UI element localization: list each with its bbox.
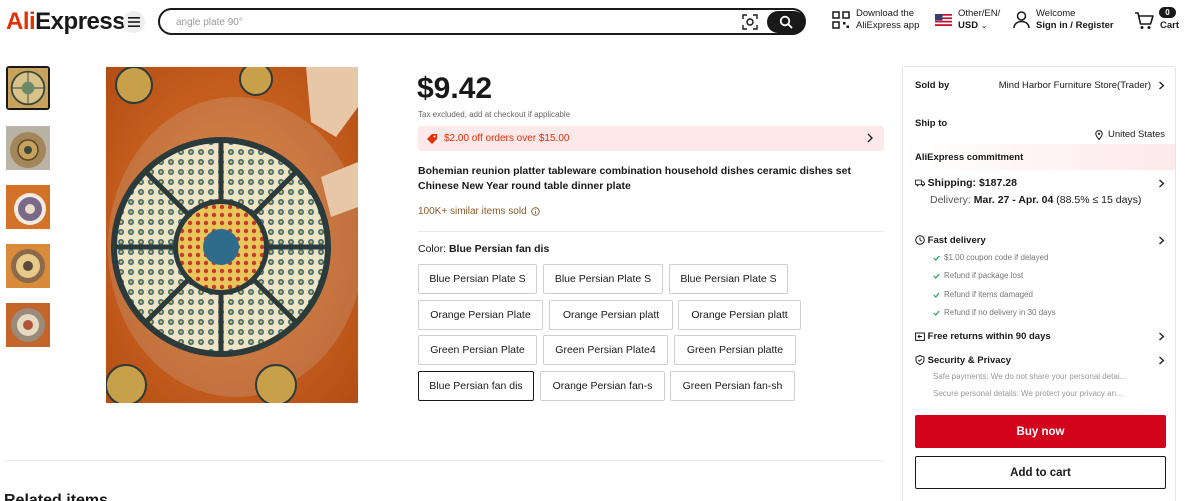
thumbnail-4[interactable] [6, 244, 50, 288]
store-name[interactable]: Mind Harbor Furniture Store(Trader) [999, 80, 1151, 91]
free-returns-row[interactable]: Free returns within 90 days [915, 331, 1165, 342]
color-option[interactable]: Green Persian platte [674, 335, 796, 365]
search-input[interactable] [176, 14, 736, 30]
color-option[interactable]: Green Persian fan-sh [670, 371, 795, 401]
related-items-heading: Related items [4, 492, 109, 501]
cart-icon [1135, 12, 1154, 29]
product-title: Bohemian reunion platter tableware combi… [418, 165, 851, 192]
fast-delivery-benefit: Refund if package lost [933, 271, 1023, 280]
check-icon [933, 292, 940, 298]
clock-icon [915, 235, 925, 246]
color-option[interactable]: Orange Persian Plate [418, 300, 543, 330]
sold-by-row[interactable]: Sold by Mind Harbor Furniture Store(Trad… [915, 80, 1165, 91]
section-divider [4, 460, 884, 461]
qr-code-icon [832, 11, 850, 29]
search-button[interactable] [767, 11, 805, 33]
security-detail: Safe payments: We do not share your pers… [933, 372, 1127, 381]
commitment-header: AliExpress commitment [903, 144, 1175, 170]
locale-selector[interactable]: Other/EN/ USD ⌄ [935, 8, 1000, 32]
color-option-selected[interactable]: Blue Persian fan dis [418, 371, 534, 401]
thumbnail-5[interactable] [6, 303, 50, 347]
menu-icon[interactable] [123, 11, 145, 33]
search-bar [158, 8, 806, 35]
thumbnail-1[interactable] [6, 66, 50, 110]
coupon-tag-icon [427, 133, 437, 144]
chevron-right-icon [1159, 179, 1165, 188]
color-option[interactable]: Orange Persian platt [549, 300, 673, 330]
header: AliExpress Download theAliExpress app Ot… [0, 0, 1200, 44]
image-search-icon[interactable] [742, 14, 758, 30]
aliexpress-logo[interactable]: AliExpress [6, 8, 126, 36]
thumbnail-3[interactable] [6, 185, 50, 229]
fast-delivery-benefit: Refund if items damaged [933, 290, 1033, 299]
tax-note: Tax excluded, add at checkout if applica… [418, 110, 571, 119]
shipping-row[interactable]: Shipping: $187.28 [915, 177, 1165, 189]
download-app[interactable]: Download the AliExpress app [832, 8, 919, 32]
user-icon [1013, 11, 1030, 29]
buy-now-button[interactable]: Buy now [915, 415, 1166, 448]
search-icon [779, 15, 793, 29]
color-option[interactable]: Blue Persian Plate S [669, 264, 788, 294]
fast-delivery-benefit: $1.00 coupon code if delayed [933, 253, 1049, 262]
fast-delivery-benefit: Refund if no delivery in 30 days [933, 308, 1056, 317]
security-privacy-row[interactable]: Security & Privacy [915, 355, 1165, 366]
promo-text: $2.00 off orders over $15.00 [444, 133, 570, 144]
cart-count-badge: 0 [1159, 7, 1176, 18]
promo-banner[interactable]: $2.00 off orders over $15.00 [418, 126, 884, 151]
price: $9.42 [417, 72, 493, 105]
color-option[interactable]: Orange Persian fan-s [540, 371, 665, 401]
info-icon[interactable] [530, 207, 540, 216]
location-pin-icon [1095, 129, 1103, 140]
truck-icon [915, 180, 925, 187]
divider [418, 231, 884, 232]
security-detail: Secure personal details: We protect your… [933, 389, 1123, 398]
chevron-down-icon: ⌄ [980, 21, 988, 30]
chevron-right-icon [1159, 332, 1165, 341]
color-option[interactable]: Orange Persian platt [678, 300, 801, 330]
check-icon [933, 255, 940, 261]
ship-to-row[interactable]: Ship to United States [915, 118, 1165, 140]
return-box-icon [915, 332, 925, 342]
chevron-right-icon [1159, 81, 1165, 90]
color-option[interactable]: Blue Persian Plate S [543, 264, 663, 294]
account-menu[interactable]: Welcome Sign in / Register [1013, 8, 1114, 32]
color-option[interactable]: Green Persian Plate4 [543, 335, 668, 365]
main-product-image[interactable] [106, 67, 358, 403]
chevron-right-icon [1159, 356, 1165, 365]
us-flag-icon [935, 14, 952, 26]
sold-count: 100K+ similar items sold [418, 206, 540, 217]
color-label: Color: Blue Persian fan dis [418, 243, 550, 255]
chevron-right-icon [867, 133, 873, 143]
fast-delivery-row[interactable]: Fast delivery [915, 235, 1165, 246]
chevron-right-icon [1159, 236, 1165, 245]
thumbnail-2[interactable] [6, 126, 50, 170]
check-icon [933, 273, 940, 279]
check-icon [933, 310, 940, 316]
shield-icon [915, 355, 925, 366]
delivery-estimate: Delivery: Mar. 27 - Apr. 04 (88.5% ≤ 15 … [930, 194, 1142, 206]
color-option[interactable]: Blue Persian Plate S [418, 264, 537, 294]
add-to-cart-button[interactable]: Add to cart [915, 456, 1166, 489]
purchase-panel: Sold by Mind Harbor Furniture Store(Trad… [902, 66, 1176, 501]
color-option[interactable]: Green Persian Plate [418, 335, 537, 365]
